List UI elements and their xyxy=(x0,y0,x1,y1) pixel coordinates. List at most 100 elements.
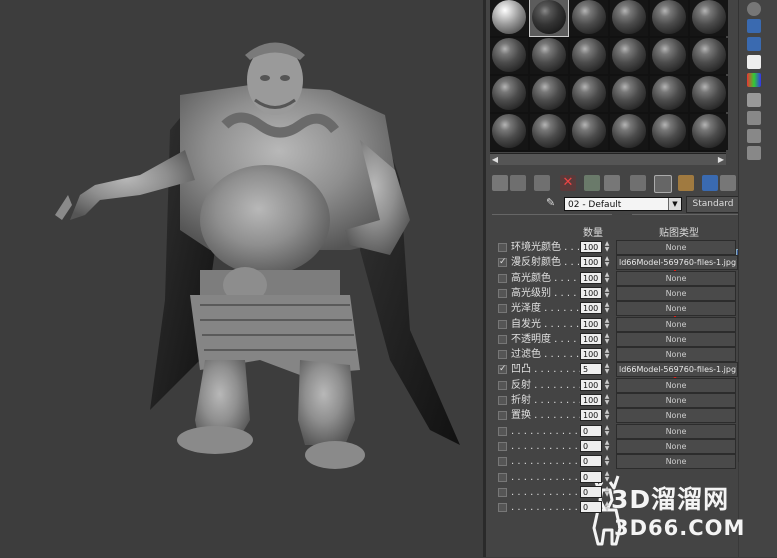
material-slot[interactable] xyxy=(650,114,688,150)
put-to-scene-icon[interactable] xyxy=(510,175,526,191)
material-slot[interactable] xyxy=(490,76,528,112)
map-slot-button[interactable]: None xyxy=(616,454,736,470)
material-slot[interactable] xyxy=(490,0,528,36)
map-enable-checkbox[interactable] xyxy=(498,411,507,421)
map-amount-input[interactable]: 0 xyxy=(580,424,602,437)
amount-spinner-icon[interactable]: ▲ ▼ xyxy=(603,286,611,299)
material-slot[interactable] xyxy=(530,114,568,150)
eyedropper-icon[interactable]: ✎ xyxy=(546,196,558,210)
options-icon[interactable] xyxy=(747,111,761,125)
get-material-icon[interactable] xyxy=(492,175,508,191)
material-slot[interactable] xyxy=(610,76,648,112)
map-enable-checkbox[interactable] xyxy=(498,243,507,252)
amount-spinner-icon[interactable]: ▲ ▼ xyxy=(603,363,611,375)
map-amount-input[interactable]: 0 xyxy=(580,470,602,483)
material-id-icon[interactable] xyxy=(654,175,672,193)
material-name-field[interactable]: 02 - Default ▼ xyxy=(564,197,682,211)
background-icon[interactable] xyxy=(747,37,761,51)
map-amount-input[interactable]: 100 xyxy=(580,256,602,269)
map-enable-checkbox[interactable] xyxy=(498,457,507,467)
map-slot-button[interactable]: None xyxy=(616,408,736,424)
show-map-in-viewport-icon[interactable] xyxy=(678,175,694,191)
map-enable-checkbox[interactable] xyxy=(498,304,507,314)
material-slot[interactable] xyxy=(530,38,568,74)
amount-spinner-icon[interactable]: ▲ ▼ xyxy=(603,271,611,284)
scroll-left-icon[interactable]: ◀ xyxy=(490,154,500,165)
map-enable-checkbox[interactable] xyxy=(498,350,507,360)
material-slot[interactable] xyxy=(650,0,688,36)
material-slot[interactable] xyxy=(490,38,528,74)
material-slot[interactable] xyxy=(610,38,648,74)
material-slot[interactable] xyxy=(650,76,688,112)
amount-spinner-icon[interactable]: ▲ ▼ xyxy=(603,241,611,253)
go-to-parent-icon[interactable] xyxy=(720,175,736,191)
amount-spinner-icon[interactable]: ▲ ▼ xyxy=(603,378,611,391)
material-slot[interactable] xyxy=(530,76,568,112)
show-end-result-icon[interactable] xyxy=(702,175,718,191)
chevron-down-icon[interactable]: ▼ xyxy=(668,198,681,210)
amount-spinner-icon[interactable]: ▲ ▼ xyxy=(603,485,611,498)
amount-spinner-icon[interactable]: ▲ ▼ xyxy=(603,317,611,330)
sample-type-icon[interactable] xyxy=(747,2,761,16)
map-enable-checkbox[interactable] xyxy=(498,441,507,451)
map-slot-button[interactable]: None xyxy=(616,240,736,255)
amount-spinner-icon[interactable]: ▲ ▼ xyxy=(603,455,611,467)
map-slot-button[interactable]: None xyxy=(616,316,736,332)
amount-spinner-icon[interactable]: ▲ ▼ xyxy=(603,302,611,314)
slots-horizontal-scrollbar[interactable]: ◀ ▶ xyxy=(490,153,726,165)
amount-spinner-icon[interactable]: ▲ ▼ xyxy=(603,394,611,406)
assign-to-selection-icon[interactable] xyxy=(534,175,550,191)
map-enable-checkbox[interactable] xyxy=(498,380,507,390)
map-amount-input[interactable]: 0 xyxy=(580,501,602,514)
scroll-right-icon[interactable]: ▶ xyxy=(716,154,726,165)
material-slot[interactable] xyxy=(690,76,728,112)
material-slot[interactable] xyxy=(690,114,728,150)
map-slot-button[interactable]: None xyxy=(616,423,736,439)
map-enable-checkbox[interactable]: ✓ xyxy=(498,258,507,268)
map-amount-input[interactable]: 0 xyxy=(580,485,602,498)
material-slot[interactable] xyxy=(570,0,608,36)
viewport[interactable] xyxy=(0,0,483,557)
map-amount-input[interactable]: 100 xyxy=(580,286,602,299)
map-amount-input[interactable]: 100 xyxy=(580,302,602,315)
map-slot-button[interactable]: ld66Model-569760-files-1.jpg) xyxy=(616,255,738,271)
material-slot[interactable] xyxy=(570,114,608,150)
video-color-check-icon[interactable] xyxy=(747,73,761,87)
material-slot[interactable] xyxy=(650,38,688,74)
amount-spinner-icon[interactable]: ▲ ▼ xyxy=(603,501,611,513)
material-slot[interactable] xyxy=(610,0,648,36)
backlight-icon[interactable] xyxy=(747,19,761,33)
map-slot-button[interactable]: None xyxy=(616,301,736,317)
map-amount-input[interactable]: 0 xyxy=(580,439,602,452)
map-enable-checkbox[interactable] xyxy=(498,487,507,497)
map-enable-checkbox[interactable] xyxy=(498,503,507,513)
map-slot-button[interactable]: None xyxy=(616,393,736,408)
map-amount-input[interactable]: 0 xyxy=(580,455,602,468)
map-slot-button[interactable]: None xyxy=(616,377,736,393)
map-enable-checkbox[interactable] xyxy=(498,472,507,482)
material-slot[interactable] xyxy=(690,0,728,36)
put-to-library-icon[interactable] xyxy=(630,175,646,191)
copy-material-icon[interactable] xyxy=(584,175,600,191)
select-by-material-icon[interactable] xyxy=(747,129,761,143)
map-slot-button[interactable]: None xyxy=(616,270,736,286)
amount-spinner-icon[interactable]: ▲ ▼ xyxy=(603,439,611,452)
sample-uv-tiling-icon[interactable] xyxy=(747,55,761,69)
make-unique-icon[interactable] xyxy=(604,175,620,191)
material-slot[interactable] xyxy=(490,114,528,150)
map-enable-checkbox[interactable] xyxy=(498,426,507,436)
map-slot-button[interactable]: None xyxy=(616,331,736,347)
amount-spinner-icon[interactable]: ▲ ▼ xyxy=(603,424,611,437)
material-slot[interactable] xyxy=(570,76,608,112)
map-slot-button[interactable]: ld66Model-569760-files-1.jpg) xyxy=(616,362,738,378)
map-enable-checkbox[interactable] xyxy=(498,319,507,329)
amount-spinner-icon[interactable]: ▲ ▼ xyxy=(603,348,611,360)
map-amount-input[interactable]: 5 xyxy=(580,363,602,376)
map-enable-checkbox[interactable] xyxy=(498,334,507,344)
map-amount-input[interactable]: 100 xyxy=(580,271,602,284)
map-amount-input[interactable]: 100 xyxy=(580,394,602,406)
map-enable-checkbox[interactable] xyxy=(498,396,507,405)
map-amount-input[interactable]: 100 xyxy=(580,348,602,361)
amount-spinner-icon[interactable]: ▲ ▼ xyxy=(603,256,611,268)
material-slot[interactable] xyxy=(690,38,728,74)
